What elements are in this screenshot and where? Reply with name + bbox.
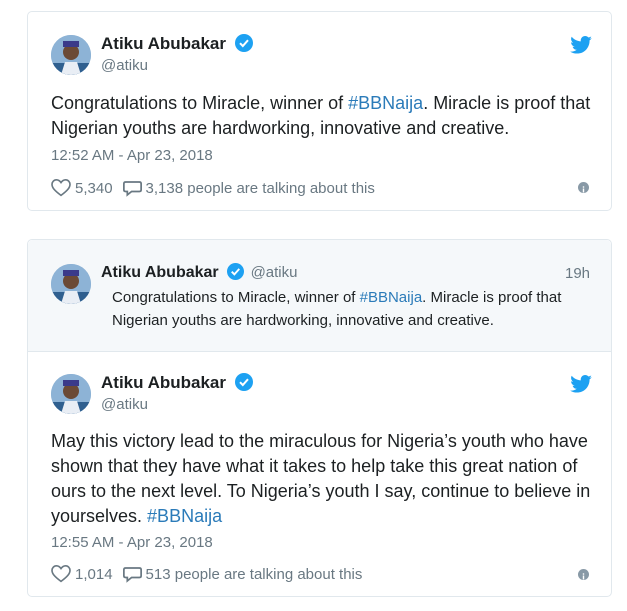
twitter-bird-icon[interactable] xyxy=(570,36,592,54)
like-button[interactable]: 5,340 xyxy=(51,179,113,197)
tweet-card-1: Atiku Abubakar @atiku Congratulations to… xyxy=(27,11,612,211)
quoted-text-part: Congratulations to Miracle, winner of xyxy=(112,289,360,306)
quoted-handle: @atiku xyxy=(250,264,298,281)
author-handle[interactable]: @atiku xyxy=(101,57,148,74)
tweet-text-part: Congratulations to Miracle, winner of xyxy=(51,93,349,113)
like-count: 1,014 xyxy=(75,565,113,583)
tweet-card-2: Atiku Abubakar @atiku 19h Congratulation… xyxy=(27,239,612,597)
conversation-link[interactable]: 513 people are talking about this xyxy=(122,565,363,583)
like-button[interactable]: 1,014 xyxy=(51,565,113,583)
avatar[interactable] xyxy=(51,35,91,75)
author-handle[interactable]: @atiku xyxy=(101,396,148,413)
tweet-actions: 1,014 513 people are talking about this xyxy=(51,565,362,583)
info-icon[interactable] xyxy=(578,182,589,193)
hashtag-link[interactable]: #BBNaija xyxy=(147,506,222,526)
quoted-tweet[interactable]: Atiku Abubakar @atiku 19h Congratulation… xyxy=(28,240,611,352)
tweet-actions: 5,340 3,138 people are talking about thi… xyxy=(51,179,375,197)
hashtag-link[interactable]: #BBNaija xyxy=(360,289,423,306)
quoted-author-name: Atiku Abubakar xyxy=(101,264,219,281)
like-count: 5,340 xyxy=(75,179,113,197)
quoted-author[interactable]: Atiku Abubakar @atiku xyxy=(101,263,297,282)
tweet-timestamp[interactable]: 12:55 AM - Apr 23, 2018 xyxy=(51,534,213,551)
twitter-bird-icon[interactable] xyxy=(570,375,592,393)
talking-count: 513 people are talking about this xyxy=(145,565,363,583)
verified-badge-icon xyxy=(234,373,253,391)
quoted-avatar[interactable] xyxy=(51,264,91,304)
author-name-text: Atiku Abubakar xyxy=(101,373,227,392)
author-name[interactable]: Atiku Abubakar xyxy=(101,34,253,54)
quoted-time[interactable]: 19h xyxy=(565,265,590,282)
quoted-text: Congratulations to Miracle, winner of #B… xyxy=(112,286,602,332)
conversation-link[interactable]: 3,138 people are talking about this xyxy=(122,179,375,197)
tweet-timestamp[interactable]: 12:52 AM - Apr 23, 2018 xyxy=(51,147,213,164)
heart-icon xyxy=(51,565,71,583)
author-name-text: Atiku Abubakar xyxy=(101,34,227,53)
speech-bubble-icon xyxy=(122,181,142,197)
speech-bubble-icon xyxy=(122,567,142,583)
tweet-text: Congratulations to Miracle, winner of #B… xyxy=(51,91,596,141)
avatar[interactable] xyxy=(51,374,91,414)
tweet-text: May this victory lead to the miraculous … xyxy=(51,429,596,529)
tweet-text-part: May this victory lead to the miraculous … xyxy=(51,431,591,526)
author-name[interactable]: Atiku Abubakar xyxy=(101,373,253,393)
info-icon[interactable] xyxy=(578,569,589,580)
verified-badge-icon xyxy=(227,263,245,280)
verified-badge-icon xyxy=(234,34,253,52)
hashtag-link[interactable]: #BBNaija xyxy=(348,93,423,113)
heart-icon xyxy=(51,179,71,197)
talking-count: 3,138 people are talking about this xyxy=(145,179,375,197)
